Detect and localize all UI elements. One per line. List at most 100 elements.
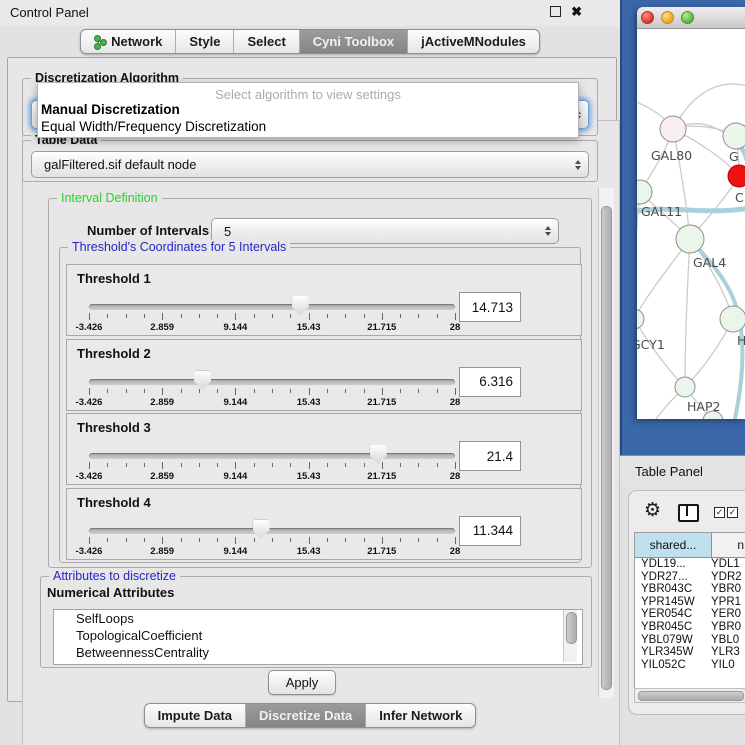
node-attribute-table[interactable]: shared... n YDL19...YDL1YDR27...YDR2YBR0… [634, 532, 745, 698]
tick-mark [455, 313, 456, 320]
numerical-attributes-list[interactable]: SelfLoopsTopologicalCoefficientBetweenne… [53, 609, 583, 665]
close-traffic-light-icon[interactable] [641, 11, 654, 24]
tick-mark [126, 463, 127, 467]
attributes-scrollbar-thumb[interactable] [566, 612, 577, 644]
tick-label: 28 [450, 397, 461, 408]
tick-mark [418, 314, 419, 318]
network-node-green[interactable] [720, 306, 745, 332]
table-rows: YDL19...YDL1YDR27...YDR2YBR043CYBR0YPR14… [635, 558, 745, 671]
network-node-green[interactable] [676, 225, 704, 253]
table-row[interactable]: YDR27...YDR2 [635, 571, 745, 584]
tick-mark [327, 463, 328, 467]
tick-mark [254, 389, 255, 393]
apply-button-label: Apply [286, 675, 319, 690]
network-node-green[interactable] [675, 377, 695, 397]
list-item[interactable]: SelfLoops [54, 610, 582, 627]
gear-icon[interactable]: ⚙ [644, 499, 661, 521]
table-panel-titlebar: Table Panel [620, 455, 745, 486]
settings-scrollbar-thumb[interactable] [601, 206, 612, 690]
attributes-scrollbar[interactable] [563, 610, 577, 662]
list-item[interactable]: TopologicalCoefficient [54, 627, 582, 644]
apply-button[interactable]: Apply [268, 670, 336, 695]
table-hscroll-thumb[interactable] [638, 691, 744, 701]
table-row[interactable]: YDL19...YDL1 [635, 558, 745, 571]
tab-label: Select [247, 34, 285, 49]
tab-select[interactable]: Select [233, 30, 298, 53]
table-data-value: galFiltered.sif default node [44, 157, 196, 172]
network-canvas[interactable]: GAL80GCGAL11GAL4GCY1HHAP2 [637, 29, 745, 419]
threshold-value-field[interactable]: 14.713 [459, 292, 521, 322]
network-node-red[interactable] [728, 165, 745, 187]
network-node-pink[interactable] [660, 116, 686, 142]
tick-mark [199, 463, 200, 467]
slider-track[interactable] [89, 528, 455, 534]
cell-shared-name: YER054C [635, 608, 711, 621]
tick-mark [254, 463, 255, 467]
network-edge[interactable] [637, 319, 685, 387]
num-intervals-label: Number of Intervals [87, 223, 209, 238]
tick-mark [89, 537, 90, 544]
slider-track[interactable] [89, 379, 455, 385]
bottom-tab-impute-data[interactable]: Impute Data [145, 704, 245, 727]
tab-network[interactable]: Network [81, 30, 175, 53]
table-row[interactable]: YLR345WYLR3 [635, 646, 745, 659]
settings-scrollbar[interactable] [598, 188, 614, 698]
table-row[interactable]: YPR145WYPR1 [635, 596, 745, 609]
tab-label: Style [189, 34, 220, 49]
column-header-name[interactable]: n [712, 533, 745, 557]
checkbox-icon[interactable]: ✓ [714, 507, 725, 518]
checkbox-icon[interactable]: ✓ [727, 507, 738, 518]
float-window-icon[interactable] [550, 6, 561, 17]
cell-shared-name: YDL19... [635, 558, 711, 571]
tick-mark [235, 462, 236, 469]
tick-label: 15.43 [297, 397, 321, 408]
tick-mark [382, 388, 383, 395]
list-item[interactable]: BetweennessCentrality [54, 644, 582, 661]
table-row[interactable]: YBL079WYBL0 [635, 634, 745, 647]
table-row[interactable]: YBR045CYBR0 [635, 621, 745, 634]
threshold-value-field[interactable]: 21.4 [459, 441, 521, 471]
bottom-tab-discretize-data[interactable]: Discretize Data [245, 704, 365, 727]
tick-mark [327, 389, 328, 393]
tick-label: 21.715 [367, 397, 396, 408]
top-tab-bar: Network Style Select Cyni ToolboxjActiveMNo… [0, 29, 620, 54]
tab-cyni-toolbox[interactable]: Cyni Toolbox [299, 30, 407, 53]
tick-mark [400, 314, 401, 318]
table-data-combobox[interactable]: galFiltered.sif default node [31, 151, 589, 178]
network-edge[interactable] [673, 129, 690, 239]
threshold-row: Threshold 3-3.4262.8599.14415.4321.71528… [66, 413, 582, 485]
tick-mark [126, 314, 127, 318]
minimize-traffic-light-icon[interactable] [661, 11, 674, 24]
zoom-traffic-light-icon[interactable] [681, 11, 694, 24]
network-window-titlebar[interactable] [637, 7, 745, 29]
network-node-green[interactable] [637, 180, 652, 204]
bottom-tab-infer-network[interactable]: Infer Network [365, 704, 475, 727]
slider-track[interactable] [89, 453, 455, 459]
tab-style[interactable]: Style [175, 30, 233, 53]
table-horizontal-scrollbar[interactable] [634, 688, 745, 703]
slider-track[interactable] [89, 304, 455, 310]
cell-name: YER0 [711, 608, 745, 621]
table-row[interactable]: YIL052CYIL0 [635, 659, 745, 672]
threshold-value-field[interactable]: 11.344 [459, 516, 521, 546]
tick-mark [382, 462, 383, 469]
tick-label: -3.426 [76, 322, 103, 333]
table-row[interactable]: YBR043CYBR0 [635, 583, 745, 596]
threshold-value-field[interactable]: 6.316 [459, 367, 521, 397]
cell-shared-name: YPR145W [635, 596, 711, 609]
column-header-shared-name[interactable]: shared... [635, 533, 712, 557]
tick-mark [107, 314, 108, 318]
popup-option-equal-width-frequency[interactable]: Equal Width/Frequency Discretization [41, 119, 266, 134]
table-row[interactable]: YER054CYER0 [635, 608, 745, 621]
network-node-green[interactable] [723, 123, 745, 149]
close-icon[interactable]: ✖ [571, 6, 582, 17]
thresholds-group-title: Threshold's Coordinates for 5 Intervals [68, 240, 290, 254]
tick-label: -3.426 [76, 471, 103, 482]
tab-jactivemnodules[interactable]: jActiveMNodules [407, 30, 539, 53]
popup-option-manual-discretization[interactable]: Manual Discretization [41, 102, 180, 117]
tick-mark [418, 463, 419, 467]
split-table-icon[interactable] [678, 504, 699, 522]
network-node-label: C [735, 190, 744, 205]
network-node-green[interactable] [637, 309, 644, 329]
network-edge[interactable] [685, 239, 690, 387]
